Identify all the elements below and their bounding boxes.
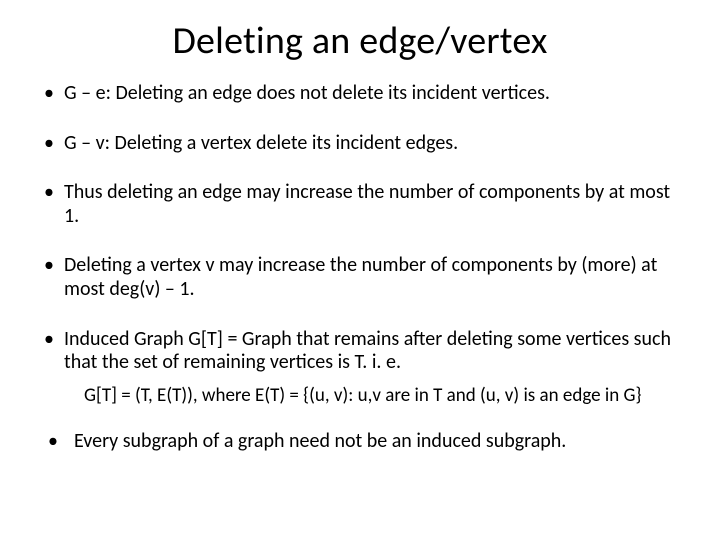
bullet-item: Every subgraph of a graph need not be an… xyxy=(40,430,680,454)
bullet-item: G – v: Deleting a vertex delete its inci… xyxy=(40,132,680,156)
bullet-item: Induced Graph G[T] = Graph that remains … xyxy=(40,328,680,375)
slide-title: Deleting an edge/vertex xyxy=(40,18,680,64)
bullet-list: G – e: Deleting an edge does not delete … xyxy=(40,82,680,375)
bullet-item: Deleting a vertex v may increase the num… xyxy=(40,254,680,301)
bullet-item: Thus deleting an edge may increase the n… xyxy=(40,181,680,228)
bullet-list-2: Every subgraph of a graph need not be an… xyxy=(40,430,680,454)
formula-text: G[T] = (T, E(T)), where E(T) = {(u, v): … xyxy=(84,385,680,408)
bullet-item: G – e: Deleting an edge does not delete … xyxy=(40,82,680,106)
slide: Deleting an edge/vertex G – e: Deleting … xyxy=(0,0,720,540)
